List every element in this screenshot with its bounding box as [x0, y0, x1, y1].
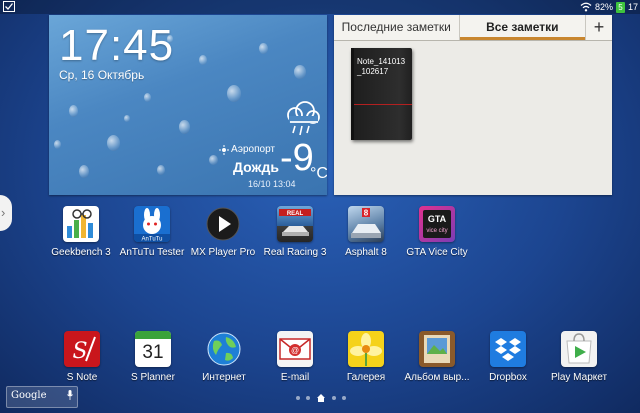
app-s-note[interactable]: S S Note	[42, 331, 122, 383]
google-search-bar[interactable]: Google	[6, 386, 78, 408]
antutu-icon: AnTuTu	[134, 206, 170, 242]
battery-icon: 5	[615, 1, 625, 13]
clock-date: Ср, 16 Октябрь	[59, 68, 145, 82]
tab-all-notes[interactable]: Все заметки	[459, 15, 586, 40]
app-label: Geekbench 3	[51, 247, 111, 258]
app-label: S Note	[66, 372, 98, 383]
mic-icon[interactable]	[67, 390, 73, 400]
app-label: Play Маркет	[550, 372, 608, 383]
gallery-icon	[348, 331, 384, 367]
app-gta[interactable]: GTA vice city GTA Vice City	[397, 206, 477, 258]
battery-percent: 82%	[594, 2, 613, 12]
app-label: E-mail	[280, 372, 310, 383]
tab-recent-notes[interactable]: Последние заметки	[334, 15, 460, 40]
note-item[interactable]: Note_141013 _102617	[351, 48, 412, 140]
status-bar: 82% 5 17	[0, 0, 640, 14]
page-dot[interactable]	[342, 396, 346, 400]
weather-location: Аэропорт	[219, 144, 275, 155]
notes-tabs: Последние заметки Все заметки +	[334, 15, 612, 41]
app-play-store[interactable]: Play Маркет	[539, 331, 619, 383]
temperature-unit: °C	[310, 165, 327, 182]
note-red-line	[354, 104, 412, 105]
app-label: Asphalt 8	[345, 247, 387, 258]
dropbox-icon	[490, 331, 526, 367]
note-title: Note_141013 _102617	[357, 57, 406, 76]
app-album[interactable]: Альбом выр...	[397, 331, 477, 383]
location-label: Аэропорт	[231, 144, 276, 155]
app-label: Галерея	[346, 372, 386, 383]
google-logo-text: Google	[11, 390, 47, 401]
album-icon	[419, 331, 455, 367]
chevron-right-icon: ›	[1, 205, 6, 220]
temperature: -9	[280, 137, 314, 179]
svg-text:AnTuTu: AnTuTu	[142, 237, 163, 243]
email-icon: @	[277, 331, 313, 367]
app-label: MX Player Pro	[190, 247, 256, 258]
app-antutu[interactable]: AnTuTu AnTuTu Tester	[112, 206, 192, 258]
app-email[interactable]: @ E-mail	[255, 331, 335, 383]
app-label: GTA Vice City	[406, 247, 468, 258]
app-gallery[interactable]: Галерея	[326, 331, 406, 383]
clock-time[interactable]: 17:45	[59, 21, 174, 71]
app-s-planner[interactable]: 31 S Planner	[113, 331, 193, 383]
page-indicator	[296, 393, 346, 403]
globe-icon	[206, 331, 242, 367]
wifi-icon	[580, 2, 592, 12]
geekbench-icon	[63, 206, 99, 242]
gta-icon: GTA vice city	[419, 206, 455, 242]
svg-text:GTA: GTA	[428, 214, 447, 224]
app-internet[interactable]: Интернет	[184, 331, 264, 383]
page-dot[interactable]	[332, 396, 336, 400]
rain-cloud-icon	[287, 101, 320, 136]
real-racing-icon: REAL	[277, 206, 313, 242]
app-label: Интернет	[202, 372, 246, 383]
svg-text:8: 8	[364, 209, 369, 218]
add-note-button[interactable]: +	[585, 15, 612, 40]
weather-widget[interactable]: 17:45 Ср, 16 Октябрь Аэропорт Дождь -9 °…	[49, 15, 327, 195]
app-label: AnTuTu Tester	[119, 247, 185, 258]
app-label: S Planner	[131, 372, 175, 383]
app-dropbox[interactable]: Dropbox	[468, 331, 548, 383]
svg-text:@: @	[291, 346, 299, 355]
svg-text:REAL: REAL	[287, 211, 304, 217]
status-indicators: 82% 5 17	[580, 0, 638, 14]
app-mx-player[interactable]: MX Player Pro	[183, 206, 263, 258]
mx-player-icon	[205, 206, 241, 242]
app-label: Альбом выр...	[404, 372, 470, 383]
status-time: 17	[627, 2, 638, 12]
play-store-icon	[561, 331, 597, 367]
s-note-icon: S	[64, 331, 100, 367]
location-icon	[219, 144, 229, 155]
app-real-racing[interactable]: REAL Real Racing 3	[255, 206, 335, 258]
note-spine	[351, 48, 354, 140]
asphalt-icon: 8	[348, 206, 384, 242]
svg-text:vice city: vice city	[426, 228, 447, 234]
weather-updated: 16/10 13:04	[248, 179, 296, 189]
calendar-icon: 31	[135, 331, 171, 367]
page-dot[interactable]	[296, 396, 300, 400]
battery-glyph: 5	[618, 2, 623, 12]
app-geekbench[interactable]: Geekbench 3	[41, 206, 121, 258]
weather-condition: Дождь	[233, 159, 279, 175]
app-asphalt[interactable]: 8 Asphalt 8	[326, 206, 406, 258]
app-label: Dropbox	[489, 372, 527, 383]
calendar-day: 31	[142, 342, 164, 363]
app-label: Real Racing 3	[263, 247, 327, 258]
page-dot[interactable]	[306, 396, 310, 400]
side-panel-handle[interactable]: ›	[0, 195, 12, 231]
notes-widget: Последние заметки Все заметки + Note_141…	[334, 15, 612, 195]
notification-check-icon	[3, 1, 15, 12]
home-page-icon[interactable]	[316, 393, 326, 403]
